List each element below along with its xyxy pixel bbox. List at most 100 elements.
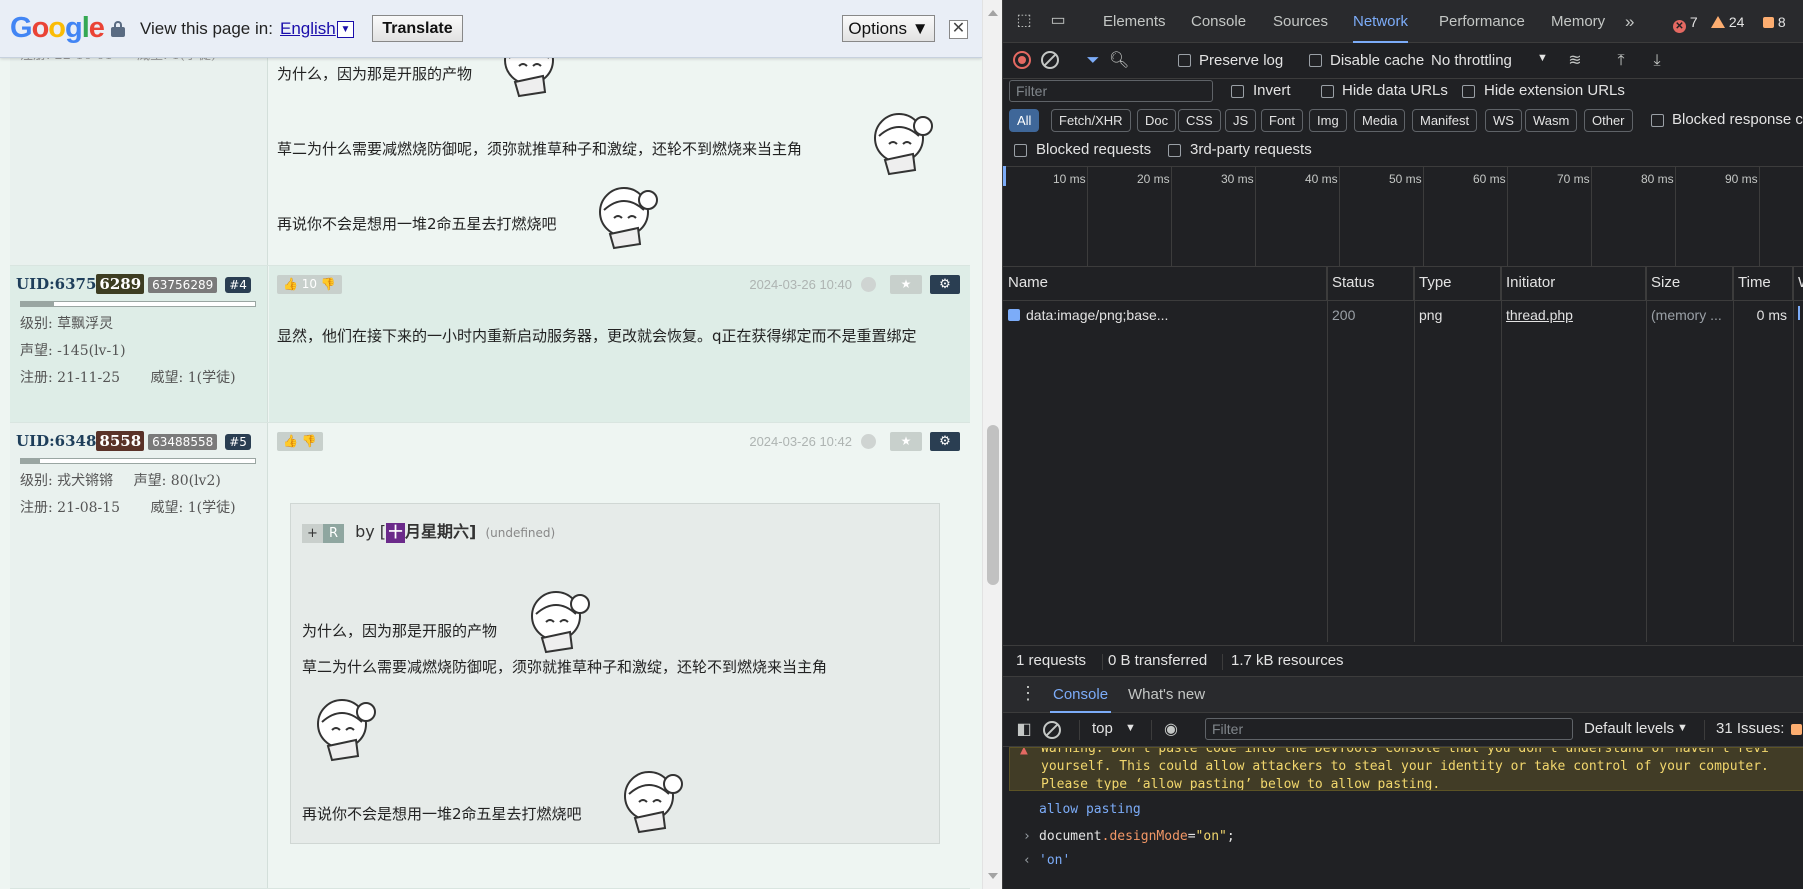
tab-network[interactable]: Network (1353, 0, 1409, 43)
blocked-response-cookies-checkbox[interactable] (1651, 114, 1664, 127)
column-waterfall[interactable]: W (1793, 266, 1803, 300)
uid-badge: 63756289 (148, 277, 218, 293)
apple-icon (861, 277, 876, 292)
filter-other[interactable]: Other (1584, 109, 1633, 132)
invert-label: Invert (1253, 82, 1291, 99)
error-icon: ✕ (1673, 20, 1686, 33)
warning-icon (1711, 16, 1725, 28)
preserve-log-label: Preserve log (1199, 52, 1284, 69)
request-initiator-link[interactable]: thread.php (1501, 300, 1646, 330)
timeline-tick: 80 ms (1641, 172, 1674, 186)
post-text[interactable]: 显然，他们在接下来的一小时内重新启动服务器，更改就会恢复。q正在获得绑定而不是重… (277, 322, 957, 351)
filter-css[interactable]: CSS (1178, 109, 1221, 132)
scroll-down-arrow-icon[interactable] (988, 873, 998, 879)
filter-manifest[interactable]: Manifest (1412, 109, 1478, 132)
language-link[interactable]: English (280, 19, 336, 39)
tab-elements[interactable]: Elements (1103, 0, 1166, 43)
filter-font[interactable]: Font (1261, 109, 1304, 132)
more-tabs-icon[interactable]: » (1625, 0, 1634, 43)
star-button[interactable]: ★ (890, 275, 922, 294)
device-toolbar-icon[interactable]: ▭ (1048, 11, 1068, 31)
issues-link[interactable]: 31 Issues: (1716, 720, 1784, 737)
column-initiator[interactable]: Initiator (1501, 266, 1646, 300)
filter-doc[interactable]: Doc (1137, 109, 1177, 132)
star-button[interactable]: ★ (890, 432, 922, 451)
stop-recording-icon[interactable] (1013, 51, 1031, 69)
filter-img[interactable]: Img (1309, 109, 1347, 132)
inspect-element-icon[interactable]: ⬚ (1014, 11, 1034, 31)
live-expression-eye-icon[interactable]: ◉ (1161, 720, 1181, 740)
tab-console[interactable]: Console (1191, 0, 1246, 43)
language-dropdown-icon[interactable]: ▼ (337, 21, 354, 38)
blocked-requests-checkbox[interactable] (1014, 144, 1027, 157)
search-icon[interactable]: 🔍︎ (1109, 51, 1129, 71)
console-filter-input[interactable]: Filter (1205, 718, 1573, 740)
scrollbar-thumb[interactable] (987, 425, 999, 585)
hide-extension-urls-checkbox[interactable] (1462, 85, 1475, 98)
issues-counter[interactable]: 8 (1763, 14, 1786, 30)
like-dislike-button[interactable]: 👍 10 👎 (277, 275, 342, 294)
quote-reply-button[interactable]: R (323, 524, 344, 543)
quote-expand-button[interactable]: + (302, 524, 323, 543)
filter-wasm[interactable]: Wasm (1525, 109, 1578, 132)
uid-prefix[interactable]: UID:6348 (16, 432, 96, 450)
settings-gear-button[interactable]: ⚙ (930, 275, 960, 294)
drawer-tab-bar: ⋮ Console What's new (1003, 677, 1803, 713)
quote-username[interactable]: 月星期六] (405, 522, 476, 541)
clear-icon[interactable] (1041, 51, 1059, 69)
export-har-icon[interactable]: ⤓ (1647, 51, 1667, 71)
warning-counter[interactable]: 24 (1711, 14, 1744, 30)
filter-icon[interactable]: ⏷ (1083, 51, 1103, 71)
settings-gear-button[interactable]: ⚙ (930, 432, 960, 451)
timeline-marker (1003, 166, 1006, 186)
column-name[interactable]: Name (1003, 266, 1327, 300)
floor-badge[interactable]: #5 (225, 434, 251, 450)
filter-js[interactable]: JS (1225, 109, 1257, 132)
options-button[interactable]: Options ▼ (842, 15, 935, 42)
column-type[interactable]: Type (1414, 266, 1501, 300)
uid-prefix[interactable]: UID:6375 (16, 275, 96, 293)
expand-chevron-icon[interactable]: › (1023, 829, 1031, 844)
clear-console-icon[interactable] (1043, 721, 1061, 739)
user-fame: 声望: -145(lv-1) (20, 343, 126, 359)
filter-ws[interactable]: WS (1485, 109, 1522, 132)
request-type: png (1419, 307, 1443, 323)
tab-performance[interactable]: Performance (1439, 0, 1525, 43)
close-icon[interactable]: ✕ (949, 20, 968, 39)
filter-fetch-xhr[interactable]: Fetch/XHR (1051, 109, 1131, 132)
more-options-icon[interactable]: ⋮ (1019, 683, 1037, 704)
import-har-icon[interactable]: ⤒ (1611, 51, 1631, 71)
invert-checkbox[interactable] (1231, 85, 1244, 98)
floor-badge[interactable]: #4 (225, 277, 251, 293)
hide-data-urls-checkbox[interactable] (1321, 85, 1334, 98)
context-select[interactable]: top (1092, 720, 1113, 737)
column-time[interactable]: Time (1733, 266, 1793, 300)
like-dislike-button[interactable]: 👍 👎 (277, 432, 323, 451)
log-levels-select[interactable]: Default levels (1584, 720, 1674, 737)
network-conditions-icon[interactable]: ≋ (1565, 51, 1585, 71)
chevron-down-icon[interactable]: ▼ (1677, 722, 1688, 734)
third-party-checkbox[interactable] (1168, 144, 1181, 157)
drawer-tab-whats-new[interactable]: What's new (1128, 677, 1205, 713)
level-progress-bar (20, 458, 256, 464)
warning-icon: ▲ (1020, 747, 1028, 758)
drawer-tab-console[interactable]: Console (1050, 677, 1112, 713)
chevron-down-icon[interactable]: ▼ (1537, 52, 1548, 64)
translate-button[interactable]: Translate (372, 15, 463, 42)
page-scrollbar[interactable] (982, 0, 1002, 889)
column-status[interactable]: Status (1327, 266, 1414, 300)
disable-cache-checkbox[interactable] (1309, 54, 1322, 67)
error-counter[interactable]: ✕ 7 (1673, 14, 1698, 33)
column-size[interactable]: Size (1646, 266, 1733, 300)
filter-media[interactable]: Media (1354, 109, 1406, 132)
uid-badge: 63488558 (148, 434, 218, 450)
chevron-down-icon[interactable]: ▼ (1125, 722, 1136, 734)
filter-input[interactable]: Filter (1009, 80, 1213, 102)
tab-sources[interactable]: Sources (1273, 0, 1328, 43)
sidebar-toggle-icon[interactable]: ◧ (1014, 720, 1034, 740)
preserve-log-checkbox[interactable] (1178, 54, 1191, 67)
throttling-select[interactable]: No throttling (1431, 52, 1512, 69)
filter-all[interactable]: All (1009, 109, 1040, 132)
scroll-up-arrow-icon[interactable] (988, 10, 998, 16)
tab-memory[interactable]: Memory (1551, 0, 1605, 43)
